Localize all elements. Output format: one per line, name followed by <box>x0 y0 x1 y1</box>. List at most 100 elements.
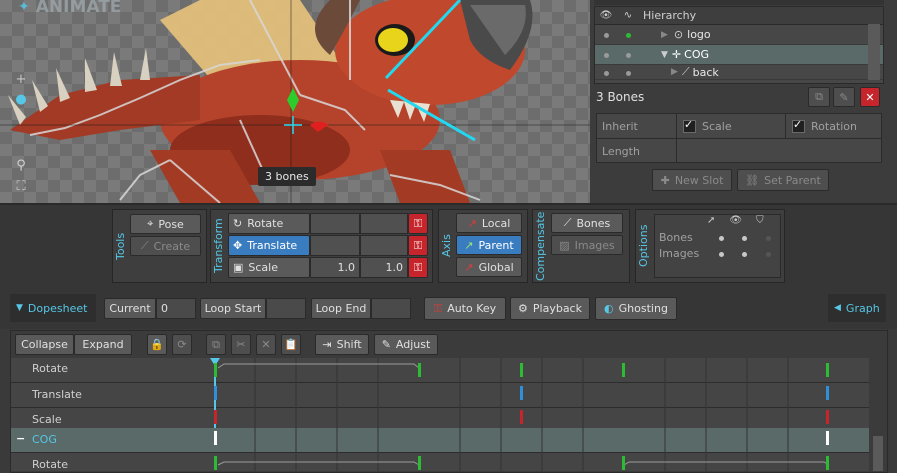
duplicate-button[interactable]: ⧉ <box>808 87 830 107</box>
tree-item-cog[interactable]: ▼ ✛ COG <box>595 45 883 65</box>
delete-key-button[interactable]: ✕ <box>256 334 276 355</box>
keyframe[interactable] <box>826 386 829 400</box>
auto-key-button[interactable]: ⚿ Auto Key <box>424 297 506 320</box>
delete-button[interactable]: ✕ <box>860 87 880 107</box>
keyframe[interactable] <box>826 456 829 470</box>
loop-end-value[interactable] <box>371 298 411 319</box>
scale-checkbox[interactable] <box>683 118 696 133</box>
translate-key-button[interactable]: ⚿ <box>408 235 428 256</box>
scale-button[interactable]: ▣ Scale <box>228 257 310 278</box>
visibility-dot[interactable] <box>603 70 609 76</box>
hierarchy-tree[interactable]: 👁 ∿ Hierarchy ▶ ⊙ logo ▼ ✛ COG ▶ ⟋ back <box>594 6 884 84</box>
copy-button[interactable]: ⧉ <box>206 334 226 355</box>
dopesheet-tab[interactable]: ▼ Dopesheet <box>10 294 96 322</box>
visible-icon[interactable]: 👁 <box>729 215 742 229</box>
bone-dot[interactable] <box>625 70 631 76</box>
new-slot-button[interactable]: ✚ New Slot <box>652 169 732 191</box>
shift-button[interactable]: ⇥ Shift <box>315 334 369 355</box>
set-parent-button[interactable]: ⛓ Set Parent <box>737 169 829 191</box>
select-icon[interactable]: ➚ <box>707 215 715 229</box>
cut-button[interactable]: ✂ <box>231 334 251 355</box>
eye-icon[interactable]: 👁 <box>595 10 617 21</box>
inherit-scale[interactable]: Scale <box>676 114 785 138</box>
loop-end-field[interactable]: Loop End <box>311 298 411 319</box>
bone-visibility-icon[interactable]: ∿ <box>617 10 639 21</box>
visibility-dot[interactable] <box>603 33 609 38</box>
keyframe[interactable] <box>214 410 217 424</box>
bones-lock-toggle[interactable] <box>765 235 771 241</box>
keyframe[interactable] <box>214 363 217 377</box>
lock-button[interactable]: 🔒 <box>147 334 167 355</box>
rotation-checkbox[interactable] <box>792 118 805 133</box>
keyframe[interactable] <box>826 431 829 445</box>
dot-icon[interactable]: ● <box>14 90 28 110</box>
images-visible-toggle[interactable] <box>742 251 748 257</box>
translate-y-field[interactable] <box>360 235 408 256</box>
rotate-key-button[interactable]: ⚿ <box>408 213 428 234</box>
rename-button[interactable]: ✎ <box>833 87 855 107</box>
collapse-button[interactable]: Collapse <box>15 334 74 355</box>
collapse-arrow-icon[interactable]: ▼ <box>661 50 668 60</box>
tree-scrollbar[interactable] <box>868 24 880 80</box>
bones-visible-toggle[interactable] <box>742 235 748 241</box>
plus-icon[interactable]: + <box>14 70 28 90</box>
transform-rotate-row[interactable]: ↻ Rotate ⚿ <box>228 213 428 234</box>
scale-y-field[interactable]: 1.0 <box>360 257 408 278</box>
axis-global-button[interactable]: ↗ Global <box>456 257 522 277</box>
rotate-value-field-2[interactable] <box>360 213 408 234</box>
loop-start-value[interactable] <box>266 298 306 319</box>
tree-item-back[interactable]: ▶ ⟋ back <box>595 65 883 80</box>
loop-button[interactable]: ⟳ <box>172 334 192 355</box>
transform-translate-row[interactable]: ✥ Translate ⚿ <box>228 235 428 256</box>
expand-arrow-icon[interactable]: ▶ <box>661 30 668 40</box>
zoom-icon[interactable]: ⚲ <box>12 155 30 176</box>
rotate-button[interactable]: ↻ Rotate <box>228 213 310 234</box>
current-frame-field[interactable]: Current 0 <box>104 298 196 319</box>
axis-local-button[interactable]: ↗ Local <box>456 213 522 233</box>
playback-button[interactable]: ⚙ Playback <box>510 297 590 320</box>
images-lock-toggle[interactable] <box>765 251 771 257</box>
keyframe[interactable] <box>520 363 523 377</box>
bone-dot[interactable] <box>625 33 631 38</box>
scale-key-button[interactable]: ⚿ <box>408 257 428 278</box>
create-button[interactable]: ⟋ Create <box>130 236 201 256</box>
bones-select-toggle[interactable] <box>718 235 724 241</box>
keyframe[interactable] <box>214 456 217 470</box>
visibility-dot[interactable] <box>603 53 609 58</box>
compensate-bones-button[interactable]: ⟋ Bones <box>551 213 623 233</box>
keyframe[interactable] <box>622 456 625 470</box>
collapse-minus-icon[interactable]: − <box>16 432 25 445</box>
keyframe[interactable] <box>520 386 523 400</box>
images-select-toggle[interactable] <box>718 251 724 257</box>
translate-button[interactable]: ✥ Translate <box>228 235 310 256</box>
current-value[interactable]: 0 <box>156 298 196 319</box>
lock-icon[interactable]: ⛉ <box>756 215 764 229</box>
length-field[interactable] <box>676 139 881 163</box>
axis-parent-button[interactable]: ↗ Parent <box>456 235 522 255</box>
keyframe[interactable] <box>520 410 523 424</box>
keyframe[interactable] <box>214 431 217 445</box>
keyframe[interactable] <box>418 456 421 470</box>
keyframe[interactable] <box>826 410 829 424</box>
paste-button[interactable]: 📋 <box>281 334 301 355</box>
ghosting-button[interactable]: ◐ Ghosting <box>595 297 677 320</box>
keyframe[interactable] <box>214 386 217 400</box>
scale-x-field[interactable]: 1.0 <box>310 257 360 278</box>
tree-item-logo[interactable]: ▶ ⊙ logo <box>595 25 883 45</box>
loop-start-field[interactable]: Loop Start <box>200 298 306 319</box>
bone-dot[interactable] <box>625 53 631 58</box>
keyframe[interactable] <box>418 363 421 377</box>
dopesheet-scrollbar[interactable] <box>873 436 883 471</box>
compensate-images-button[interactable]: ▨ Images <box>551 235 623 255</box>
dopesheet-tracks[interactable]: Rotate Translate Scale − COG Rotate <box>11 358 869 471</box>
expand-arrow-icon[interactable]: ▶ <box>671 67 678 77</box>
translate-x-field[interactable] <box>310 235 360 256</box>
transform-scale-row[interactable]: ▣ Scale 1.0 1.0 ⚿ <box>228 257 428 278</box>
rotate-value-field[interactable] <box>310 213 360 234</box>
inherit-rotation[interactable]: Rotation <box>785 114 881 138</box>
adjust-button[interactable]: ✎ Adjust <box>374 334 438 355</box>
keyframe[interactable] <box>622 363 625 377</box>
graph-tab[interactable]: ◀ Graph <box>828 294 886 322</box>
viewport[interactable]: ✦ ANIMATE + ● ⚲ ⛶ 3 bones <box>0 0 590 203</box>
expand-button[interactable]: Expand <box>74 334 132 355</box>
